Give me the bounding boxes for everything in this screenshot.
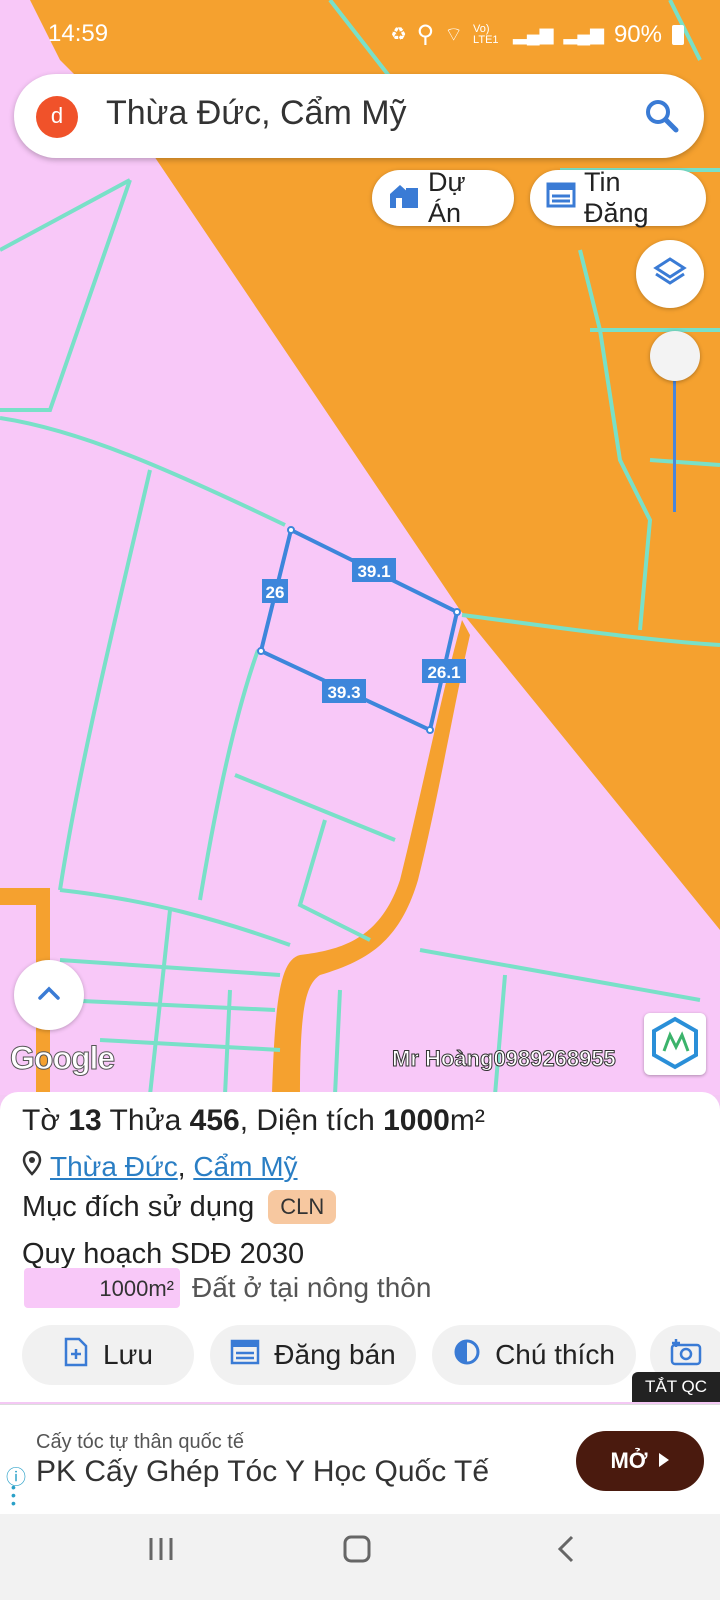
legend-label: Chú thích xyxy=(495,1339,615,1370)
edge-label: 39.1 xyxy=(352,558,396,582)
svg-text:26: 26 xyxy=(266,583,285,602)
separator: , xyxy=(177,1150,186,1182)
status-bar: 14:59 ♻ ⚲ ⌔ Vo) LTE1 ▂▄▆ ▂▄▆ 90% xyxy=(0,0,720,70)
system-nav-bar xyxy=(0,1514,720,1600)
area-value: 1000 xyxy=(383,1104,450,1137)
brand-logo xyxy=(644,1013,706,1075)
ad-subtitle: Cấy tóc tự thân quốc tế xyxy=(36,1431,244,1453)
layers-button[interactable] xyxy=(636,240,704,308)
post-sale-button[interactable]: Đăng bán xyxy=(210,1325,416,1385)
parcel-number: 456 xyxy=(189,1104,240,1137)
home-button[interactable] xyxy=(342,1534,372,1569)
info-icon[interactable]: ⓘ xyxy=(6,1461,26,1490)
layers-icon xyxy=(653,255,687,294)
ward-link[interactable]: Thừa Đức xyxy=(50,1151,178,1182)
ad-title: PK Cấy Ghép Tóc Y Học Quốc Tế xyxy=(36,1455,490,1488)
building-icon xyxy=(388,180,420,217)
listings-icon xyxy=(546,181,576,216)
back-button[interactable] xyxy=(552,1534,582,1569)
purpose-code-badge: CLN xyxy=(268,1190,337,1224)
save-button[interactable]: Lưu xyxy=(22,1325,194,1385)
signal-icon: ▂▄▆ xyxy=(563,24,604,44)
opacity-slider-handle[interactable] xyxy=(650,331,700,381)
edge-label: 26.1 xyxy=(422,659,466,683)
calendar-icon xyxy=(230,1338,260,1373)
location-line: Thừa Đức, Cẩm Mỹ xyxy=(22,1150,298,1183)
wifi-icon: ⌔ xyxy=(444,24,464,46)
search-icon[interactable] xyxy=(642,96,682,141)
purpose-label: Mục đích sử dụng xyxy=(22,1190,255,1223)
listings-chip[interactable]: Tin Đăng xyxy=(530,167,706,228)
edge-label: 26 xyxy=(262,579,288,603)
post-sale-label: Đăng bán xyxy=(274,1339,396,1370)
battery-level: 90% xyxy=(613,20,662,48)
file-add-icon xyxy=(63,1337,89,1374)
area-unit: m² xyxy=(449,1104,485,1137)
ad-open-button[interactable]: MỞ xyxy=(576,1431,704,1491)
save-label: Lưu xyxy=(103,1339,153,1370)
close-ad-button[interactable]: TẮT QC xyxy=(632,1372,720,1402)
parcel-label: Thửa xyxy=(109,1104,182,1137)
avatar[interactable]: d xyxy=(36,96,78,138)
sheet-number: 13 xyxy=(68,1104,102,1137)
sheet-label: Tờ xyxy=(22,1104,60,1137)
district-link[interactable]: Cẩm Mỹ xyxy=(193,1151,297,1182)
parcel-summary: Tờ 13 Thửa 456, Diện tích 1000m² xyxy=(22,1104,485,1138)
signal-icon: ▂▄▆ xyxy=(513,24,554,44)
area-label: , Diện tích xyxy=(239,1104,375,1137)
projects-chip[interactable]: Dự Án xyxy=(372,167,514,228)
svg-text:39.1: 39.1 xyxy=(357,562,390,581)
ad-banner[interactable]: ⓘ • • • Cấy tóc tự thân quốc tế PK Cấy Ghé… xyxy=(0,1404,720,1515)
listings-label: Tin Đăng xyxy=(584,167,649,228)
svg-text:39.3: 39.3 xyxy=(327,683,360,702)
svg-text:26.1: 26.1 xyxy=(427,663,460,682)
status-time: 14:59 xyxy=(48,20,109,47)
search-input[interactable]: Thừa Đức, Cẩm Mỹ xyxy=(106,94,407,133)
contrast-icon xyxy=(453,1338,481,1373)
camera-add-icon xyxy=(670,1338,702,1373)
more-icon[interactable]: • • • xyxy=(11,1480,16,1510)
legend-description: Đất ở tại nông thôn xyxy=(192,1272,432,1303)
location-pin-icon xyxy=(22,1150,42,1183)
map-view[interactable]: 39.1 26 26.1 39.3 xyxy=(0,0,720,1095)
watermark-text: Mr Hoàng0989268955 xyxy=(392,1046,617,1072)
map-canvas: 39.1 26 26.1 39.3 xyxy=(0,0,720,1095)
google-logo: Google xyxy=(9,1040,115,1077)
network-label: Vo) LTE1 xyxy=(473,22,499,46)
location-icon: ⚲ xyxy=(416,21,435,48)
ad-open-label: MỞ xyxy=(610,1448,648,1473)
play-icon xyxy=(658,1448,670,1474)
expand-sheet-button[interactable] xyxy=(14,960,84,1030)
battery-icon xyxy=(672,24,684,45)
notification-icon: ♻ xyxy=(390,24,407,44)
recent-apps-button[interactable] xyxy=(146,1534,176,1569)
chevron-up-icon xyxy=(36,984,62,1007)
edge-label: 39.3 xyxy=(322,679,366,703)
legend-swatch: 1000m² xyxy=(24,1268,180,1308)
projects-label: Dự Án xyxy=(428,167,466,228)
plan-title: Quy hoạch SDĐ 2030 xyxy=(22,1238,305,1270)
legend-button[interactable]: Chú thích xyxy=(432,1325,636,1385)
search-bar[interactable]: d Thừa Đức, Cẩm Mỹ xyxy=(14,74,704,158)
land-use-purpose: Mục đích sử dụng CLN xyxy=(22,1190,337,1224)
